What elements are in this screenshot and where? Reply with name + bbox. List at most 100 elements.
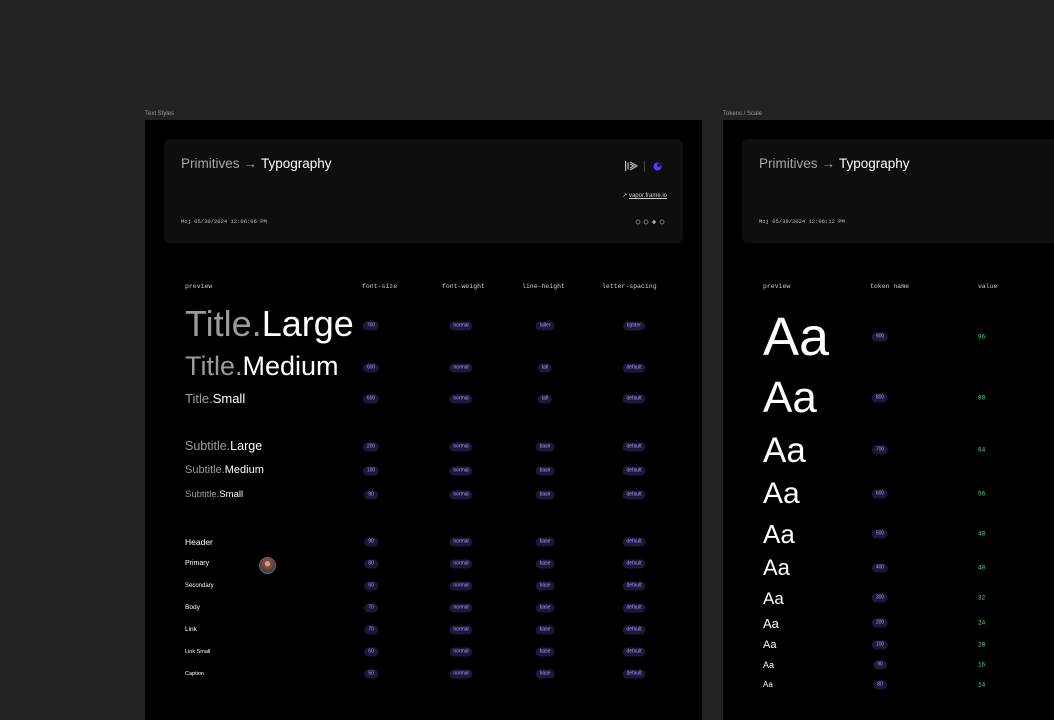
token-pill-ls: default: [622, 394, 646, 404]
token-name-pill: 500: [871, 529, 889, 539]
style-preview: Subtitle.Medium: [185, 464, 264, 476]
token-name-pill: 400: [871, 563, 889, 573]
token-pill-ls: default: [622, 581, 646, 591]
text-styles-frame: Primitives → Typography ↗ vapor.frame.io M…: [145, 120, 702, 720]
col-header-preview: preview: [763, 283, 791, 290]
token-name-pill: 100: [871, 640, 889, 650]
col-header-token-name: token name: [870, 283, 910, 290]
col-header-letter-spacing: letter-spacing: [602, 283, 657, 290]
token-pill-ls: default: [622, 647, 646, 657]
style-preview: Subtitle.Small: [185, 490, 243, 500]
col-header-font-weight: font-weight: [442, 283, 485, 290]
token-name-pill: 700: [871, 445, 889, 455]
style-preview-name: Small: [219, 488, 244, 500]
shape-indicators-icon: [635, 219, 665, 225]
token-pill-lh: base: [535, 647, 555, 657]
token-pill-weight: normal: [449, 321, 473, 331]
frame-label-text-styles[interactable]: Text Styles: [145, 111, 174, 117]
token-pill-size: 600: [362, 394, 380, 404]
token-preview-sample: Aa: [763, 680, 773, 689]
style-preview-prefix: Subtitle.: [185, 488, 220, 500]
breadcrumb-parent[interactable]: Primitives: [181, 156, 240, 171]
style-preview: Title.Small: [185, 392, 245, 405]
token-preview-sample: Aa: [763, 373, 817, 422]
token-pill-weight: normal: [449, 442, 473, 452]
breadcrumb-arrow-icon: →: [821, 156, 836, 171]
token-pill-ls: tighter: [623, 321, 645, 331]
breadcrumb: Primitives → Typography: [759, 156, 910, 171]
frameio-waveform-icon: [625, 161, 639, 171]
page-title: Typography: [261, 156, 332, 171]
style-preview: Title.Large: [185, 306, 354, 342]
header-divider: [644, 161, 645, 172]
token-pill-lh: base: [535, 559, 555, 569]
token-name-pill: 90: [873, 660, 887, 670]
token-pill-size: 60: [364, 647, 378, 657]
token-name-pill: 80: [873, 680, 887, 690]
token-pill-weight: normal: [449, 647, 473, 657]
token-name-pill: 800: [871, 393, 889, 403]
col-header-line-height: line-height: [522, 283, 565, 290]
token-preview-sample: Aa: [763, 519, 795, 549]
frame-label-tokens-scale[interactable]: Tokens / Scale: [723, 111, 762, 117]
token-value: 24: [978, 619, 986, 627]
token-pill-ls: default: [622, 669, 646, 679]
blue-purple-dot-icon[interactable]: [652, 161, 663, 172]
token-pill-size: 100: [362, 466, 380, 476]
token-pill-lh: base: [535, 581, 555, 591]
page-header-card: Primitives → Typography ↗ vapor.frame.io M…: [164, 139, 683, 243]
style-preview: Subtitle.Large: [185, 440, 262, 453]
token-pill-lh: base: [535, 625, 555, 635]
token-preview-sample: Aa: [763, 477, 800, 510]
token-value: 14: [978, 681, 986, 689]
vapor-link[interactable]: ↗ vapor.frame.io: [622, 192, 667, 199]
style-preview-name: Link Small: [185, 648, 211, 655]
token-pill-ls: default: [622, 466, 646, 476]
token-pill-weight: normal: [449, 603, 473, 613]
token-preview-sample: Aa: [763, 555, 790, 580]
token-value: 80: [978, 394, 986, 402]
style-preview-name: Caption: [185, 670, 204, 677]
token-pill-weight: normal: [449, 537, 473, 547]
avatar[interactable]: [259, 557, 276, 574]
token-pill-lh: base: [535, 537, 555, 547]
token-value: 48: [978, 530, 986, 538]
token-pill-lh: taller: [535, 321, 555, 331]
token-pill-size: 70: [364, 603, 378, 613]
page-header-card: Primitives → Typography Moj 05/30/2024 12:…: [742, 139, 1054, 243]
token-name-pill: 300: [871, 593, 889, 603]
token-pill-ls: default: [622, 363, 646, 373]
token-pill-lh: base: [535, 603, 555, 613]
token-pill-weight: normal: [449, 625, 473, 635]
style-preview-name: Secondary: [185, 582, 214, 589]
col-header-font-size: font-size: [362, 283, 398, 290]
token-pill-lh: base: [535, 466, 555, 476]
token-pill-weight: normal: [449, 466, 473, 476]
style-preview-name: Primary: [185, 560, 210, 568]
token-preview-sample: Aa: [763, 430, 806, 470]
vapor-link-text[interactable]: vapor.frame.io: [629, 193, 667, 199]
token-pill-ls: default: [622, 442, 646, 452]
style-preview: Link Small: [185, 649, 210, 655]
token-pill-size: 600: [362, 363, 380, 373]
timestamp: Moj 05/30/2024 12:06:12 PM: [759, 218, 845, 225]
token-pill-lh: tall: [537, 394, 553, 404]
token-pill-weight: normal: [449, 669, 473, 679]
token-pill-ls: default: [622, 625, 646, 635]
tokens-scale-frame: Primitives → Typography Moj 05/30/2024 12:…: [723, 120, 1054, 720]
col-header-value: value: [978, 283, 998, 290]
style-preview: Secondary: [185, 583, 214, 589]
token-pill-weight: normal: [449, 363, 473, 373]
token-value: 16: [978, 661, 986, 669]
token-pill-size: 80: [364, 559, 378, 569]
token-pill-size: 90: [364, 537, 378, 547]
token-pill-size: 70: [364, 625, 378, 635]
token-pill-weight: normal: [449, 581, 473, 591]
token-name-pill: 900: [871, 332, 889, 342]
style-preview-name: Link: [185, 626, 197, 634]
style-preview: Caption: [185, 671, 204, 677]
token-pill-ls: default: [622, 490, 646, 500]
token-pill-size: 200: [362, 442, 380, 452]
token-pill-size: 60: [364, 581, 378, 591]
breadcrumb-parent[interactable]: Primitives: [759, 156, 818, 171]
